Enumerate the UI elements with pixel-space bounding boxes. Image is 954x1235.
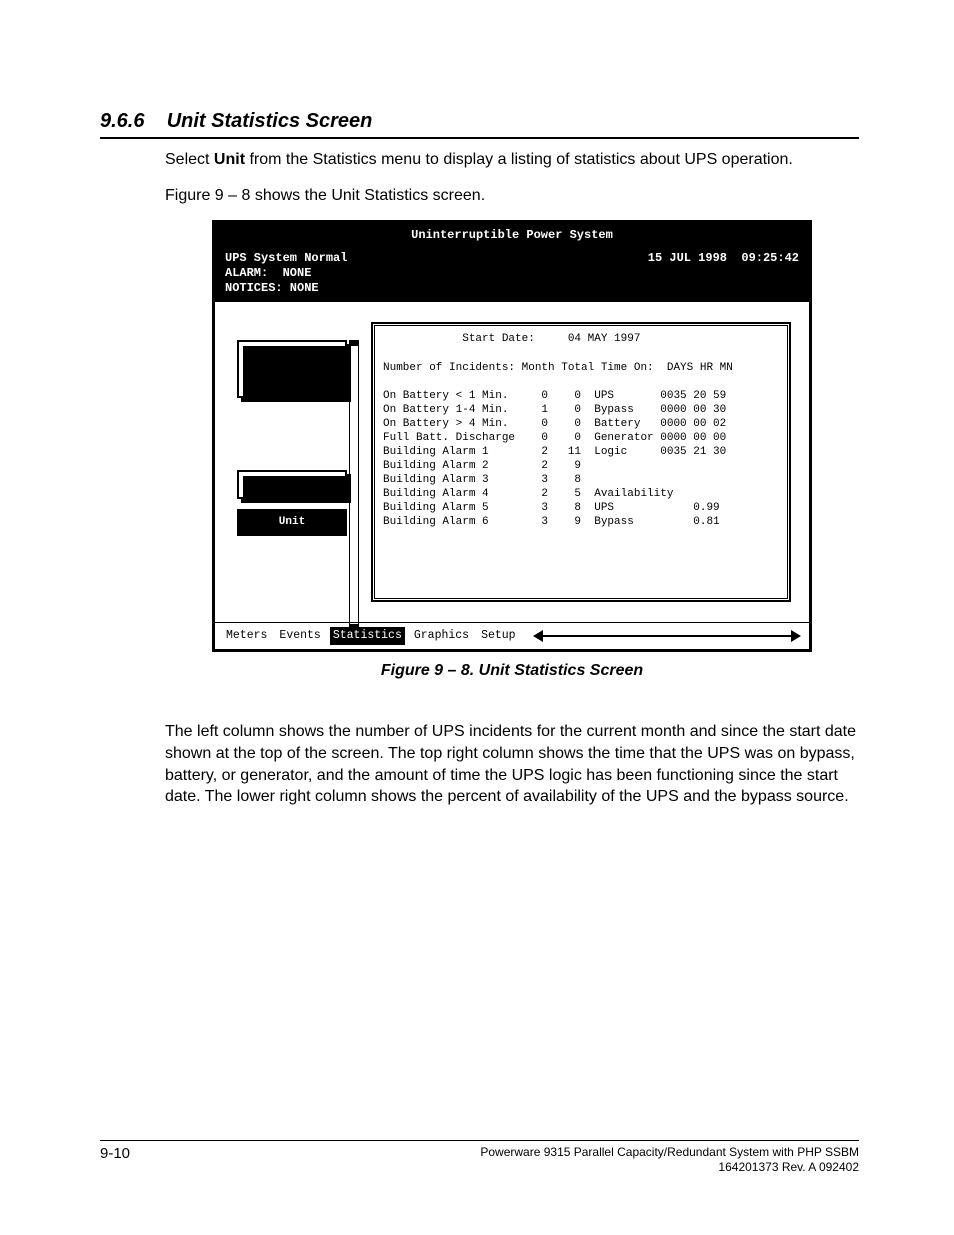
outro-paragraph: The left column shows the number of UPS …: [165, 721, 859, 807]
menu-setup[interactable]: Setup: [478, 627, 519, 645]
section-heading: 9.6.6 Unit Statistics Screen: [100, 110, 859, 133]
menu-events[interactable]: Events: [276, 627, 323, 645]
menu-bar: Meters Events Statistics Graphics Setup: [215, 622, 809, 649]
menu-arrow-icon: [533, 630, 801, 642]
nav-battery-box[interactable]: Battery Minutes 48.5: [237, 340, 347, 397]
section-rule: [100, 137, 859, 139]
screen-title-bar: Uninterruptible Power System: [215, 223, 809, 247]
footer-line-2: 164201373 Rev. A 092402: [480, 1160, 859, 1175]
menu-graphics[interactable]: Graphics: [411, 627, 472, 645]
section-number: 9.6.6: [100, 110, 144, 132]
nav-statistics-label: Statistics: [237, 470, 347, 500]
nav-battery-label: Battery Minutes 48.5: [237, 340, 347, 397]
nav-unit-selected[interactable]: Unit: [237, 509, 347, 536]
menu-meters[interactable]: Meters: [223, 627, 270, 645]
intro-paragraph-2: Figure 9 – 8 shows the Unit Statistics s…: [165, 185, 859, 207]
page-footer: 9-10 Powerware 9315 Parallel Capacity/Re…: [100, 1140, 859, 1175]
menu-statistics[interactable]: Statistics: [330, 627, 405, 645]
ups-screen: Uninterruptible Power System UPS System …: [212, 220, 812, 652]
stats-panel: Start Date: 04 MAY 1997 Number of Incide…: [371, 322, 791, 602]
status-left: UPS System Normal ALARM: NONE NOTICES: N…: [225, 251, 347, 296]
stats-content: Start Date: 04 MAY 1997 Number of Incide…: [383, 332, 779, 592]
screen-status-bar: UPS System Normal ALARM: NONE NOTICES: N…: [215, 247, 809, 302]
footer-page-number: 9-10: [100, 1145, 130, 1175]
nav-statistics-box[interactable]: Statistics: [237, 470, 347, 500]
section-title: Unit Statistics Screen: [167, 110, 373, 132]
figure-caption: Figure 9 – 8. Unit Statistics Screen: [212, 660, 812, 682]
status-datetime: 15 JUL 1998 09:25:42: [648, 251, 799, 296]
footer-line-1: Powerware 9315 Parallel Capacity/Redunda…: [480, 1145, 859, 1160]
intro-paragraph-1: Select Unit from the Statistics menu to …: [165, 149, 859, 171]
